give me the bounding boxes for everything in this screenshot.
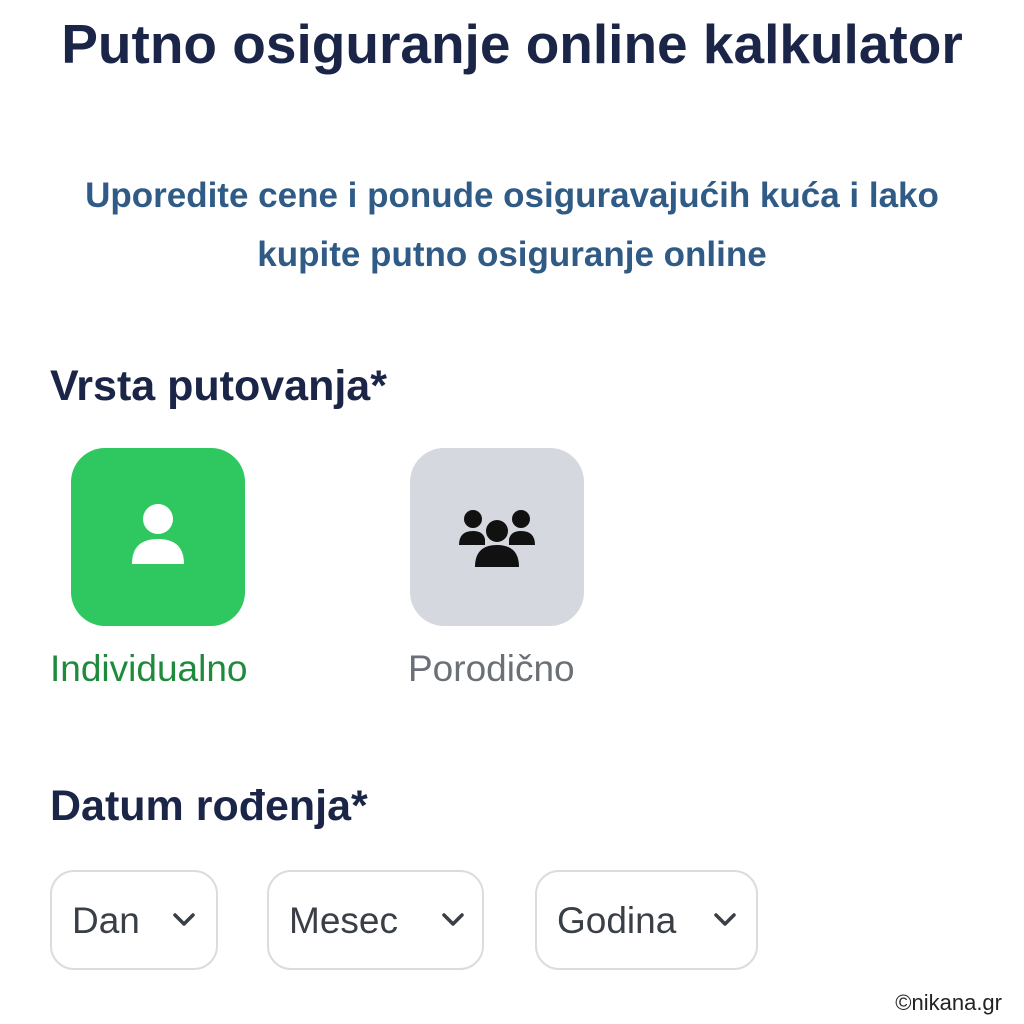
year-select-value: Godina	[557, 900, 677, 941]
year-select[interactable]: Godina	[535, 870, 758, 970]
chevron-down-icon	[714, 913, 736, 926]
day-select-value: Dan	[72, 900, 140, 941]
subtitle-line-2: kupite putno osiguranje online	[257, 235, 767, 274]
trip-option-family[interactable]: Porodično	[406, 448, 666, 708]
page-title: Putno osiguranje online kalkulator	[61, 13, 963, 75]
person-icon	[132, 504, 184, 564]
month-select-value: Mesec	[289, 900, 398, 941]
trip-label-individual: Individualno	[50, 648, 248, 689]
trip-option-individual[interactable]: Individualno	[50, 448, 310, 708]
day-select[interactable]: Dan	[50, 870, 218, 970]
trip-tile-family[interactable]	[410, 448, 584, 626]
group-icon	[459, 510, 535, 567]
page-subtitle: Uporedite cene i ponude osiguravajućih k…	[40, 166, 984, 284]
trip-label-family: Porodično	[408, 648, 575, 689]
chevron-down-icon	[442, 913, 464, 926]
trip-tile-individual[interactable]	[71, 448, 245, 626]
subtitle-line-1: Uporedite cene i ponude osiguravajućih k…	[85, 176, 939, 215]
trip-type-heading: Vrsta putovanja*	[50, 362, 387, 410]
watermark: ©nikana.gr	[895, 990, 1002, 1015]
chevron-down-icon	[173, 913, 195, 926]
month-select[interactable]: Mesec	[267, 870, 484, 970]
birth-date-heading: Datum rođenja*	[50, 782, 368, 830]
